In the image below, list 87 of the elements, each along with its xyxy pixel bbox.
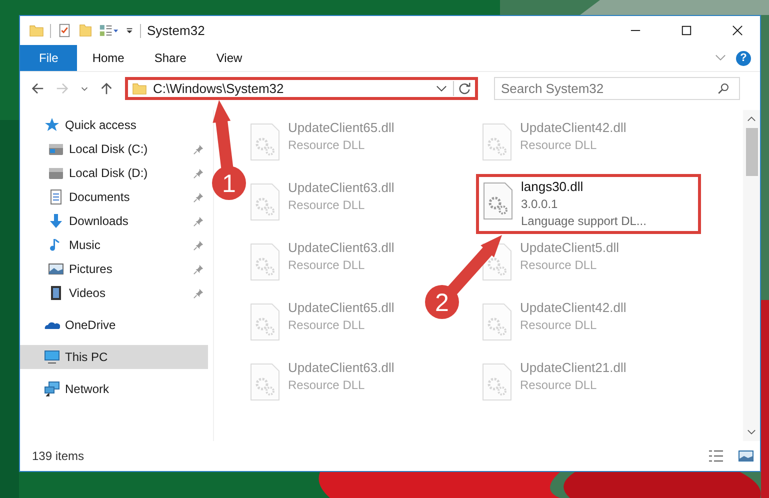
gear-file-icon [483,182,513,220]
sidebar-item[interactable]: Videos [20,281,208,305]
file-name: UpdateClient65.dll [288,119,394,137]
pin-icon[interactable] [193,240,204,250]
ribbon-tab[interactable]: Home [77,45,140,71]
sidebar-item[interactable]: Music [20,233,208,257]
pin-icon[interactable] [193,168,204,178]
gear-file-icon [250,303,280,341]
large-icons-view-icon[interactable] [738,449,754,463]
file-name: UpdateClient42.dll [520,299,626,317]
sidebar-item[interactable]: Quick access [20,113,208,137]
file-detail: Language support DL... [521,213,646,230]
address-bar[interactable]: C:\Windows\System32 [125,77,478,100]
up-icon[interactable] [99,81,114,96]
sidebar-item[interactable]: OneDrive [20,313,208,337]
file-detail: Resource DLL [520,377,598,394]
maximize-icon[interactable] [681,25,692,36]
file-name: UpdateClient42.dll [520,119,626,137]
scroll-down-icon[interactable] [747,428,756,436]
step-badge: 1 [212,166,246,200]
gear-file-icon [482,303,512,341]
properties-icon[interactable] [57,23,72,38]
file-name: UpdateClient63.dll [288,239,394,257]
file-detail: Resource DLL [288,377,366,394]
file-detail: Resource DLL [288,257,366,274]
address-path: C:\Windows\System32 [153,81,285,96]
download-icon [48,213,64,229]
file-name: UpdateClient5.dll [520,239,620,257]
picture-icon [48,261,64,277]
sidebar-item[interactable]: Pictures [20,257,208,281]
item-count: 139 items [32,449,84,463]
file-name: UpdateClient63.dll [288,179,394,197]
pin-icon[interactable] [193,216,204,226]
view-list-icon[interactable] [99,23,119,38]
file-detail: Resource DLL [520,317,598,334]
file-name: langs30.dll [521,178,584,196]
scroll-up-icon[interactable] [747,115,756,123]
film-icon [48,285,64,301]
gear-file-icon [250,183,280,221]
scrollbar[interactable] [743,110,760,441]
gear-file-icon [250,243,280,281]
ribbon-tab[interactable]: View [201,45,258,71]
folder-icon [132,81,147,96]
customize-caret-icon[interactable] [125,26,134,35]
help-button[interactable]: ? [736,50,751,66]
drive-icon [48,165,64,181]
star-icon [44,117,60,133]
file-detail: Resource DLL [520,137,598,154]
drive-icon [48,141,64,157]
file-detail: Resource DLL [520,257,598,274]
file-item[interactable]: langs30.dll 3.0.0.1 Language support DL... [476,174,701,234]
close-icon[interactable] [732,25,743,36]
network-icon [44,381,60,397]
gear-file-icon [482,123,512,161]
sidebar-item[interactable]: Local Disk (C:) [20,137,208,161]
ribbon-tab[interactable]: Share [139,45,202,71]
gear-file-icon [250,363,280,401]
scrollbar-thumb[interactable] [746,128,758,176]
pin-icon[interactable] [193,264,204,274]
file-name: UpdateClient21.dll [520,359,626,377]
gear-file-icon [250,123,280,161]
file-name: UpdateClient65.dll [288,299,394,317]
file-detail: Resource DLL [288,197,366,214]
details-view-icon[interactable] [708,449,724,463]
monitor-icon [44,349,60,365]
expand-ribbon-icon[interactable] [715,54,726,62]
gear-file-icon [482,363,512,401]
search-field[interactable]: Search System32 [494,77,740,100]
file-detail: Resource DLL [288,137,366,154]
file-name: UpdateClient63.dll [288,359,394,377]
pin-icon[interactable] [193,288,204,298]
sidebar-item[interactable]: Local Disk (D:) [20,161,208,185]
document-icon [48,189,64,205]
step-badge: 2 [425,285,459,319]
file-detail: 3.0.0.1 [521,196,559,213]
file-detail: Resource DLL [288,317,366,334]
sidebar-item[interactable]: Documents [20,185,208,209]
search-icon [717,82,730,95]
pin-icon[interactable] [193,192,204,202]
back-icon[interactable] [30,81,45,96]
sidebar-item[interactable]: Downloads [20,209,208,233]
pin-icon[interactable] [193,144,204,154]
sidebar-item[interactable]: Network [20,377,208,401]
window-title: System32 [147,23,205,38]
ribbon-tab[interactable]: File [20,45,78,71]
sidebar-item[interactable]: This PC [20,345,208,369]
dropdown-caret-icon[interactable] [436,84,447,92]
